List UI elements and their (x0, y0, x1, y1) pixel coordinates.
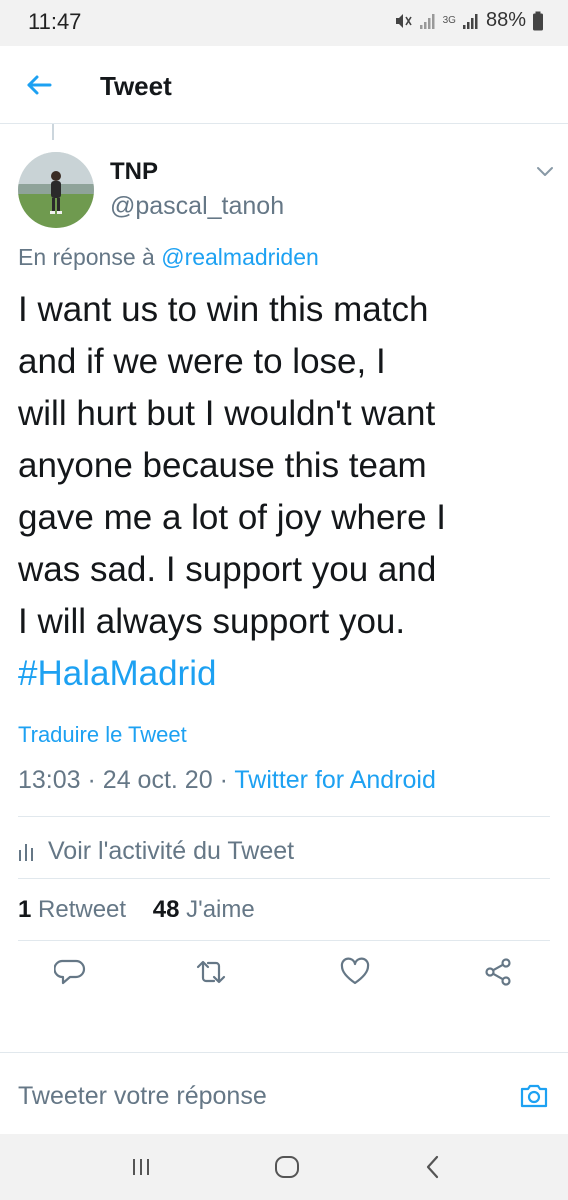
meta-separator: · (219, 766, 235, 794)
status-time: 11:47 (28, 9, 82, 34)
back-nav-icon[interactable] (418, 1152, 448, 1182)
tweet-date: 24 oct. 20 (102, 766, 213, 794)
like-stat[interactable]: 48 J'aime (153, 896, 255, 923)
translate-link[interactable]: Traduire le Tweet (18, 722, 187, 748)
like-label: J'aime (186, 896, 255, 923)
tweet-actions (0, 956, 568, 996)
tweet-text-line: and if we were to lose, I (18, 342, 386, 381)
retweet-count: 1 (18, 896, 32, 923)
divider (18, 816, 550, 817)
reply-context: En réponse à @realmadriden (18, 244, 319, 271)
tweet-activity-button[interactable]: Voir l'activité du Tweet (18, 834, 294, 868)
reply-input[interactable]: Tweeter votre réponse (18, 1082, 267, 1111)
tweet-text: I want us to win this match and if we we… (18, 284, 548, 700)
avatar[interactable] (18, 152, 94, 228)
chevron-down-icon[interactable] (534, 160, 556, 182)
thread-connector (52, 124, 54, 140)
meta-separator: · (87, 766, 103, 794)
mute-icon (395, 13, 412, 28)
page-title: Tweet (100, 71, 172, 101)
reply-icon[interactable] (54, 956, 86, 988)
section-divider (0, 1052, 568, 1060)
tweet-meta: 13:03 · 24 oct. 20 · Twitter for Android (18, 766, 436, 795)
camera-icon[interactable] (518, 1080, 550, 1112)
tweet-source-link[interactable]: Twitter for Android (234, 766, 435, 794)
arrow-left-icon[interactable] (20, 66, 58, 104)
activity-label: Voir l'activité du Tweet (48, 836, 295, 865)
avatar-image (18, 152, 94, 228)
app-bar: Tweet (0, 46, 568, 124)
divider (18, 940, 550, 941)
retweet-stat[interactable]: 1 Retweet (18, 896, 126, 923)
tweet-text-line: was sad. I support you and (18, 550, 437, 589)
system-navigation-bar (0, 1134, 568, 1200)
signal-icon (419, 13, 435, 29)
hashtag-link[interactable]: #HalaMadrid (18, 648, 548, 700)
reply-mention-link[interactable]: @realmadriden (161, 244, 319, 270)
reply-prefix: En réponse à (18, 244, 155, 270)
share-icon[interactable] (482, 956, 514, 988)
tweet-text-line: I want us to win this match (18, 290, 429, 329)
retweet-label: Retweet (38, 896, 127, 923)
tweet-stats: 1 Retweet 48 J'aime (18, 896, 255, 924)
author-name[interactable]: TNP (110, 158, 158, 186)
signal-icon-2 (462, 13, 478, 29)
home-icon[interactable] (272, 1152, 302, 1182)
analytics-icon (19, 844, 33, 861)
tweet-text-line: anyone because this team (18, 446, 427, 485)
tweet-text-line: gave me a lot of joy where I (18, 498, 446, 537)
retweet-icon[interactable] (195, 956, 227, 988)
status-icons: 3G 88% (393, 9, 544, 32)
tweet-text-line: will hurt but I wouldn't want (18, 394, 436, 433)
battery-percent: 88% (485, 9, 526, 31)
status-bar: 11:47 3G 88% (0, 0, 568, 46)
tweet-time: 13:03 (18, 766, 81, 794)
like-icon[interactable] (339, 956, 371, 988)
battery-icon (533, 11, 543, 30)
author-handle[interactable]: @pascal_tanoh (110, 192, 284, 221)
tweet-text-line: I will always support you. (18, 602, 406, 641)
divider (18, 878, 550, 879)
recent-apps-icon[interactable] (126, 1152, 156, 1182)
network-type: 3G (442, 14, 456, 26)
like-count: 48 (152, 896, 180, 923)
